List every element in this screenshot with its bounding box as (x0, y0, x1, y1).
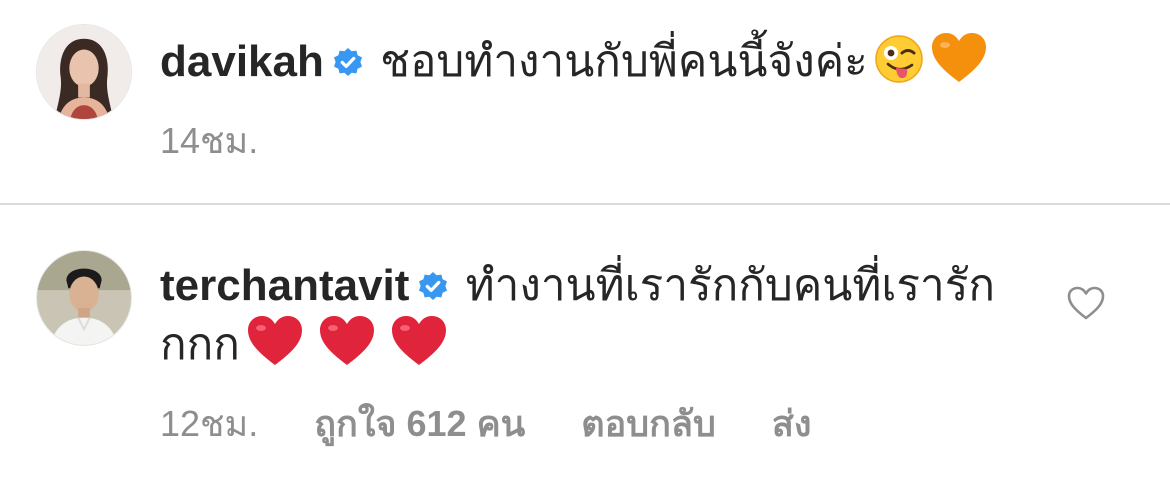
comment-body: davikah ชอบทำงานกับพี่คนนี้จังค่ะ (160, 32, 1060, 91)
verified-badge-icon (417, 271, 449, 303)
orange-heart-emoji (930, 32, 988, 84)
send-button[interactable]: ส่ง (772, 403, 812, 444)
reply-button[interactable]: ตอบกลับ (581, 403, 716, 444)
username[interactable]: terchantavit (160, 261, 409, 310)
avatar-terchantavit[interactable] (36, 250, 132, 346)
red-heart-emoji (390, 315, 448, 367)
username[interactable]: davikah (160, 37, 324, 86)
comment-davikah: davikah ชอบทำงานกับพี่คนนี้จังค่ะ 14ชม. (0, 0, 1170, 204)
comment-terchantavit: terchantavit ทำงานที่เรารักกับคนที่เรารั… (0, 205, 1170, 494)
winking-tongue-emoji (874, 34, 924, 84)
likes-count[interactable]: ถูกใจ 612 คน (314, 403, 525, 444)
red-heart-emoji (246, 315, 304, 367)
comment-time: 12ชม. (160, 403, 259, 444)
comment-meta: 12ชม. ถูกใจ 612 คน ตอบกลับ ส่ง (160, 395, 857, 452)
comment-text: ชอบทำงานกับพี่คนนี้จังค่ะ (380, 37, 868, 86)
like-heart-icon[interactable] (1066, 285, 1106, 321)
avatar-davikah[interactable] (36, 24, 132, 120)
red-heart-emoji (318, 315, 376, 367)
comment-meta: 14ชม. (160, 112, 304, 169)
avatar-davikah-image (37, 25, 131, 119)
verified-badge-icon (332, 47, 364, 79)
comment-time: 14ชม. (160, 120, 259, 161)
comment-body: terchantavit ทำงานที่เรารักกับคนที่เรารั… (160, 257, 1020, 374)
avatar-terchantavit-image (37, 251, 131, 345)
